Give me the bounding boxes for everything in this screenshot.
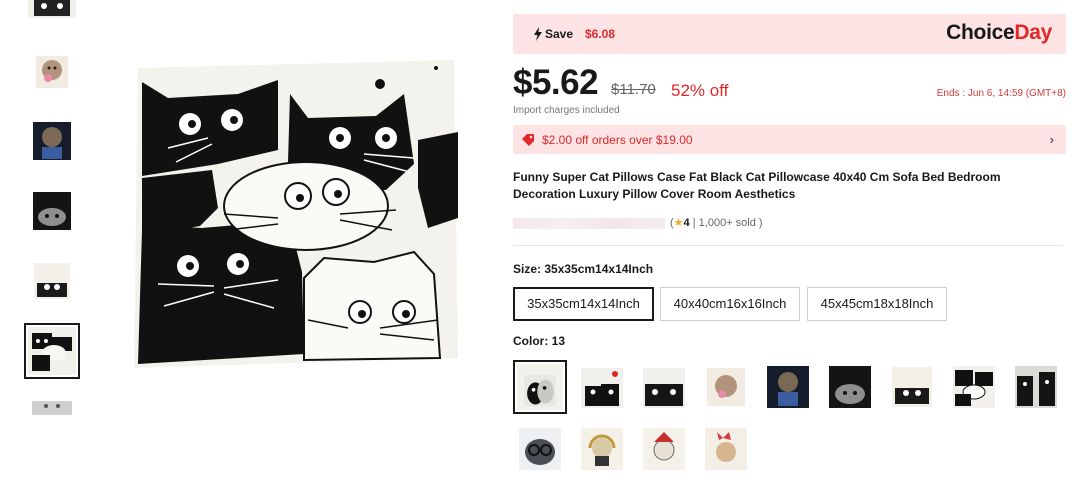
thumbnail-tabby-cat[interactable] xyxy=(28,187,76,235)
thumbnail-gallery xyxy=(24,0,80,489)
size-label: Size: 35x35cm14x14Inch xyxy=(513,262,654,276)
coupon-bar[interactable]: $2.00 off orders over $19.00 › xyxy=(513,125,1066,154)
original-price: $11.70 xyxy=(611,81,656,98)
brand-day: Day xyxy=(1014,21,1052,44)
discount-percent: 52% off xyxy=(671,81,729,100)
product-info-panel: Save $6.08 ChoiceDay $5.62 $11.70 52% of… xyxy=(513,0,1066,489)
color-swatch-3[interactable] xyxy=(701,362,751,412)
rating-row: (★4 | 1,000+ sold ) xyxy=(513,214,813,232)
color-swatch-7[interactable] xyxy=(949,362,999,412)
size-option-45[interactable]: 45x45cm18x18Inch xyxy=(807,287,947,321)
thumbnail-black-cats-strip[interactable] xyxy=(28,0,76,18)
color-swatch-8[interactable] xyxy=(1011,362,1061,412)
coupon-tag-icon xyxy=(522,134,534,146)
thumbnail-pink-cat[interactable] xyxy=(28,48,76,96)
blurred-store-info xyxy=(513,218,665,229)
choiceday-banner: Save $6.08 ChoiceDay xyxy=(513,14,1066,54)
save-label: Save xyxy=(545,27,574,41)
color-swatch-9[interactable] xyxy=(515,424,565,474)
current-price: $5.62 xyxy=(513,63,599,102)
color-swatch-2[interactable] xyxy=(639,362,689,412)
star-icon: ★ xyxy=(673,217,684,229)
color-swatch-13[interactable] xyxy=(513,360,567,414)
sold-count: 1,000+ sold xyxy=(698,217,756,229)
divider xyxy=(513,245,1063,246)
color-swatch-11[interactable] xyxy=(639,424,689,474)
import-note: Import charges included xyxy=(513,105,620,116)
lightning-icon xyxy=(534,27,542,41)
save-amount: $6.08 xyxy=(585,27,616,41)
color-swatch-5[interactable] xyxy=(825,362,875,412)
deal-end-time: Ends : Jun 6, 14:59 (GMT+8) xyxy=(936,88,1066,99)
color-label: Color: 13 xyxy=(513,334,566,348)
thumbnail-grey-pillow[interactable] xyxy=(28,397,76,445)
size-option-35[interactable]: 35x35cm14x14Inch xyxy=(513,287,654,321)
color-swatch-6[interactable] xyxy=(887,362,937,412)
color-swatch-1[interactable] xyxy=(577,362,627,412)
color-swatch-12[interactable] xyxy=(701,424,751,474)
color-swatch-10[interactable] xyxy=(577,424,627,474)
product-title: Funny Super Cat Pillows Case Fat Black C… xyxy=(513,170,1001,201)
rating-separator: | xyxy=(689,217,699,229)
product-page: Save $6.08 ChoiceDay $5.62 $11.70 52% of… xyxy=(0,0,1080,489)
thumbnail-cat-peek[interactable] xyxy=(28,257,76,305)
color-swatch-4[interactable] xyxy=(763,362,813,412)
main-product-image[interactable] xyxy=(128,58,464,370)
size-option-40[interactable]: 40x40cm16x16Inch xyxy=(660,287,800,321)
rating-paren-close: ) xyxy=(755,217,763,229)
thumbnail-dark-cat[interactable] xyxy=(28,117,76,165)
rating-summary[interactable]: (★4 | 1,000+ sold ) xyxy=(670,216,763,229)
brand-choice: Choice xyxy=(946,21,1015,44)
thumbnail-cat-group[interactable] xyxy=(24,323,80,379)
chevron-right-icon: › xyxy=(1049,132,1054,147)
coupon-text: $2.00 off orders over $19.00 xyxy=(542,133,693,147)
choiceday-logo: ChoiceDay xyxy=(946,21,1052,45)
